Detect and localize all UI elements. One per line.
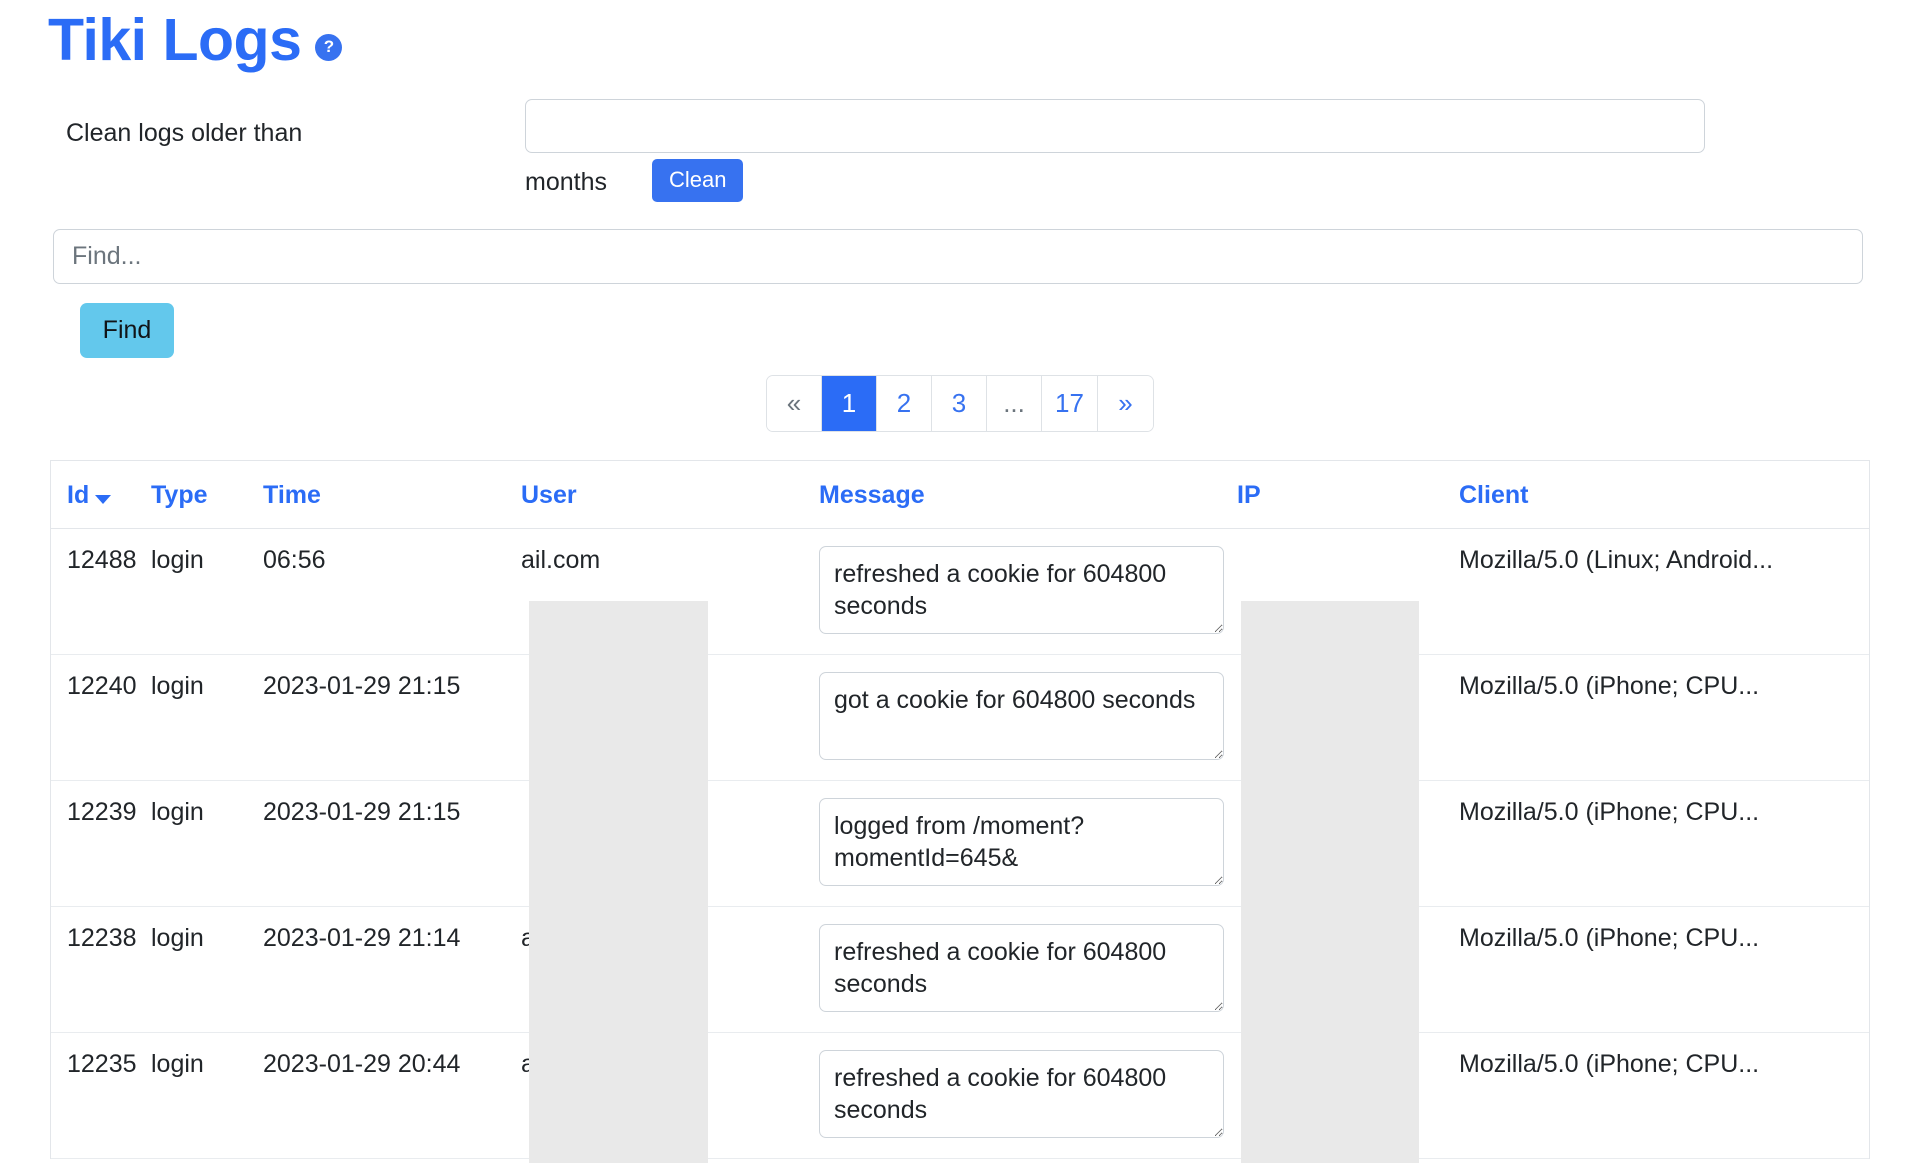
- cell-time: 2023-01-29 21:15: [263, 780, 521, 907]
- sort-desc-icon: [95, 494, 112, 504]
- cell-time: 2023-01-29 21:15: [263, 654, 521, 781]
- cell-ip: [1237, 1032, 1459, 1159]
- table-row: 12238 login 2023-01-29 21:14 ail.com ref…: [51, 906, 1869, 1033]
- cell-message: got a cookie for 604800 seconds: [819, 654, 1237, 781]
- table-header-row: Id Type Time User Message IP Client: [51, 460, 1869, 529]
- clean-months-input[interactable]: [525, 98, 1705, 153]
- page-header: Tiki Logs ?: [0, 0, 1920, 73]
- pagination-prev[interactable]: «: [767, 375, 823, 431]
- message-textarea[interactable]: refreshed a cookie for 604800 seconds: [819, 1049, 1224, 1138]
- pagination-page-1[interactable]: 1: [822, 375, 878, 431]
- cell-client: Mozilla/5.0 (Linux; Android...: [1459, 528, 1869, 655]
- logs-table-container: Id Type Time User Message IP Client 1248…: [50, 459, 1870, 1159]
- message-textarea[interactable]: refreshed a cookie for 604800 seconds: [819, 545, 1224, 634]
- pagination-page-2[interactable]: 2: [877, 375, 933, 431]
- cell-time: 2023-01-29 20:44: [263, 1032, 521, 1159]
- cell-type: login: [151, 654, 263, 781]
- cell-ip: [1237, 906, 1459, 1033]
- clean-logs-form: Clean logs older than months Clean: [0, 97, 1920, 207]
- table-row: 12488 login 06:56 ail.com refreshed a co…: [51, 528, 1869, 655]
- cell-id: 12238: [51, 906, 151, 1033]
- cell-time: 06:56: [263, 528, 521, 655]
- cell-time: 2023-01-29 21:14: [263, 906, 521, 1033]
- cell-user: ail.com: [521, 1032, 819, 1159]
- cell-message: refreshed a cookie for 604800 seconds: [819, 906, 1237, 1033]
- table-row: 12240 login 2023-01-29 21:15 got a cooki…: [51, 654, 1869, 781]
- pagination-next[interactable]: »: [1097, 375, 1153, 431]
- cell-client: Mozilla/5.0 (iPhone; CPU...: [1459, 780, 1869, 907]
- pagination-container: « 1 2 3 ... 17 »: [0, 374, 1920, 432]
- pagination: « 1 2 3 ... 17 »: [766, 374, 1154, 432]
- cell-message: refreshed a cookie for 604800 seconds: [819, 1032, 1237, 1159]
- pagination-page-17[interactable]: 17: [1042, 375, 1098, 431]
- table-row: 12239 login 2023-01-29 21:15 logged from…: [51, 780, 1869, 907]
- find-input[interactable]: [53, 228, 1863, 284]
- message-textarea[interactable]: logged from /moment?momentId=645&: [819, 797, 1224, 886]
- message-textarea[interactable]: got a cookie for 604800 seconds: [819, 671, 1224, 760]
- column-header-client[interactable]: Client: [1459, 460, 1869, 529]
- find-form: Find: [0, 228, 1920, 369]
- pagination-page-3[interactable]: 3: [932, 375, 988, 431]
- cell-user: ail.com: [521, 906, 819, 1033]
- logs-table-head: Id Type Time User Message IP Client: [51, 460, 1869, 529]
- column-header-ip[interactable]: IP: [1237, 460, 1459, 529]
- logs-table: Id Type Time User Message IP Client 1248…: [51, 460, 1869, 1159]
- cell-id: 12240: [51, 654, 151, 781]
- help-icon[interactable]: ?: [315, 33, 343, 61]
- cell-type: login: [151, 528, 263, 655]
- cell-id: 12235: [51, 1032, 151, 1159]
- cell-id: 12239: [51, 780, 151, 907]
- clean-button[interactable]: Clean: [652, 158, 744, 202]
- find-button[interactable]: Find: [80, 302, 174, 358]
- cell-client: Mozilla/5.0 (iPhone; CPU...: [1459, 906, 1869, 1033]
- clean-logs-label: Clean logs older than: [66, 118, 303, 147]
- column-header-id-label: Id: [67, 480, 90, 509]
- column-header-time[interactable]: Time: [263, 460, 521, 529]
- cell-client: Mozilla/5.0 (iPhone; CPU...: [1459, 654, 1869, 781]
- cell-message: refreshed a cookie for 604800 seconds: [819, 528, 1237, 655]
- cell-type: login: [151, 1032, 263, 1159]
- column-header-id[interactable]: Id: [51, 460, 151, 529]
- page-title: Tiki Logs: [48, 7, 302, 73]
- message-textarea[interactable]: refreshed a cookie for 604800 seconds: [819, 923, 1224, 1012]
- sort-link-id[interactable]: Id: [67, 480, 112, 510]
- cell-message: logged from /moment?momentId=645&: [819, 780, 1237, 907]
- pagination-ellipsis: ...: [987, 375, 1043, 431]
- cell-ip: [1237, 528, 1459, 655]
- tiki-logs-page: Tiki Logs ? Clean logs older than months…: [0, 0, 1920, 1163]
- table-row: 12235 login 2023-01-29 20:44 ail.com ref…: [51, 1032, 1869, 1159]
- cell-type: login: [151, 906, 263, 1033]
- cell-user: [521, 780, 819, 907]
- logs-table-body: 12488 login 06:56 ail.com refreshed a co…: [51, 528, 1869, 1159]
- cell-ip: [1237, 654, 1459, 781]
- cell-client: Mozilla/5.0 (iPhone; CPU...: [1459, 1032, 1869, 1159]
- months-unit-label: months: [525, 167, 607, 196]
- column-header-type[interactable]: Type: [151, 460, 263, 529]
- cell-ip: [1237, 780, 1459, 907]
- cell-type: login: [151, 780, 263, 907]
- cell-user: [521, 654, 819, 781]
- column-header-user[interactable]: User: [521, 460, 819, 529]
- cell-user: ail.com: [521, 528, 819, 655]
- cell-id: 12488: [51, 528, 151, 655]
- column-header-message[interactable]: Message: [819, 460, 1237, 529]
